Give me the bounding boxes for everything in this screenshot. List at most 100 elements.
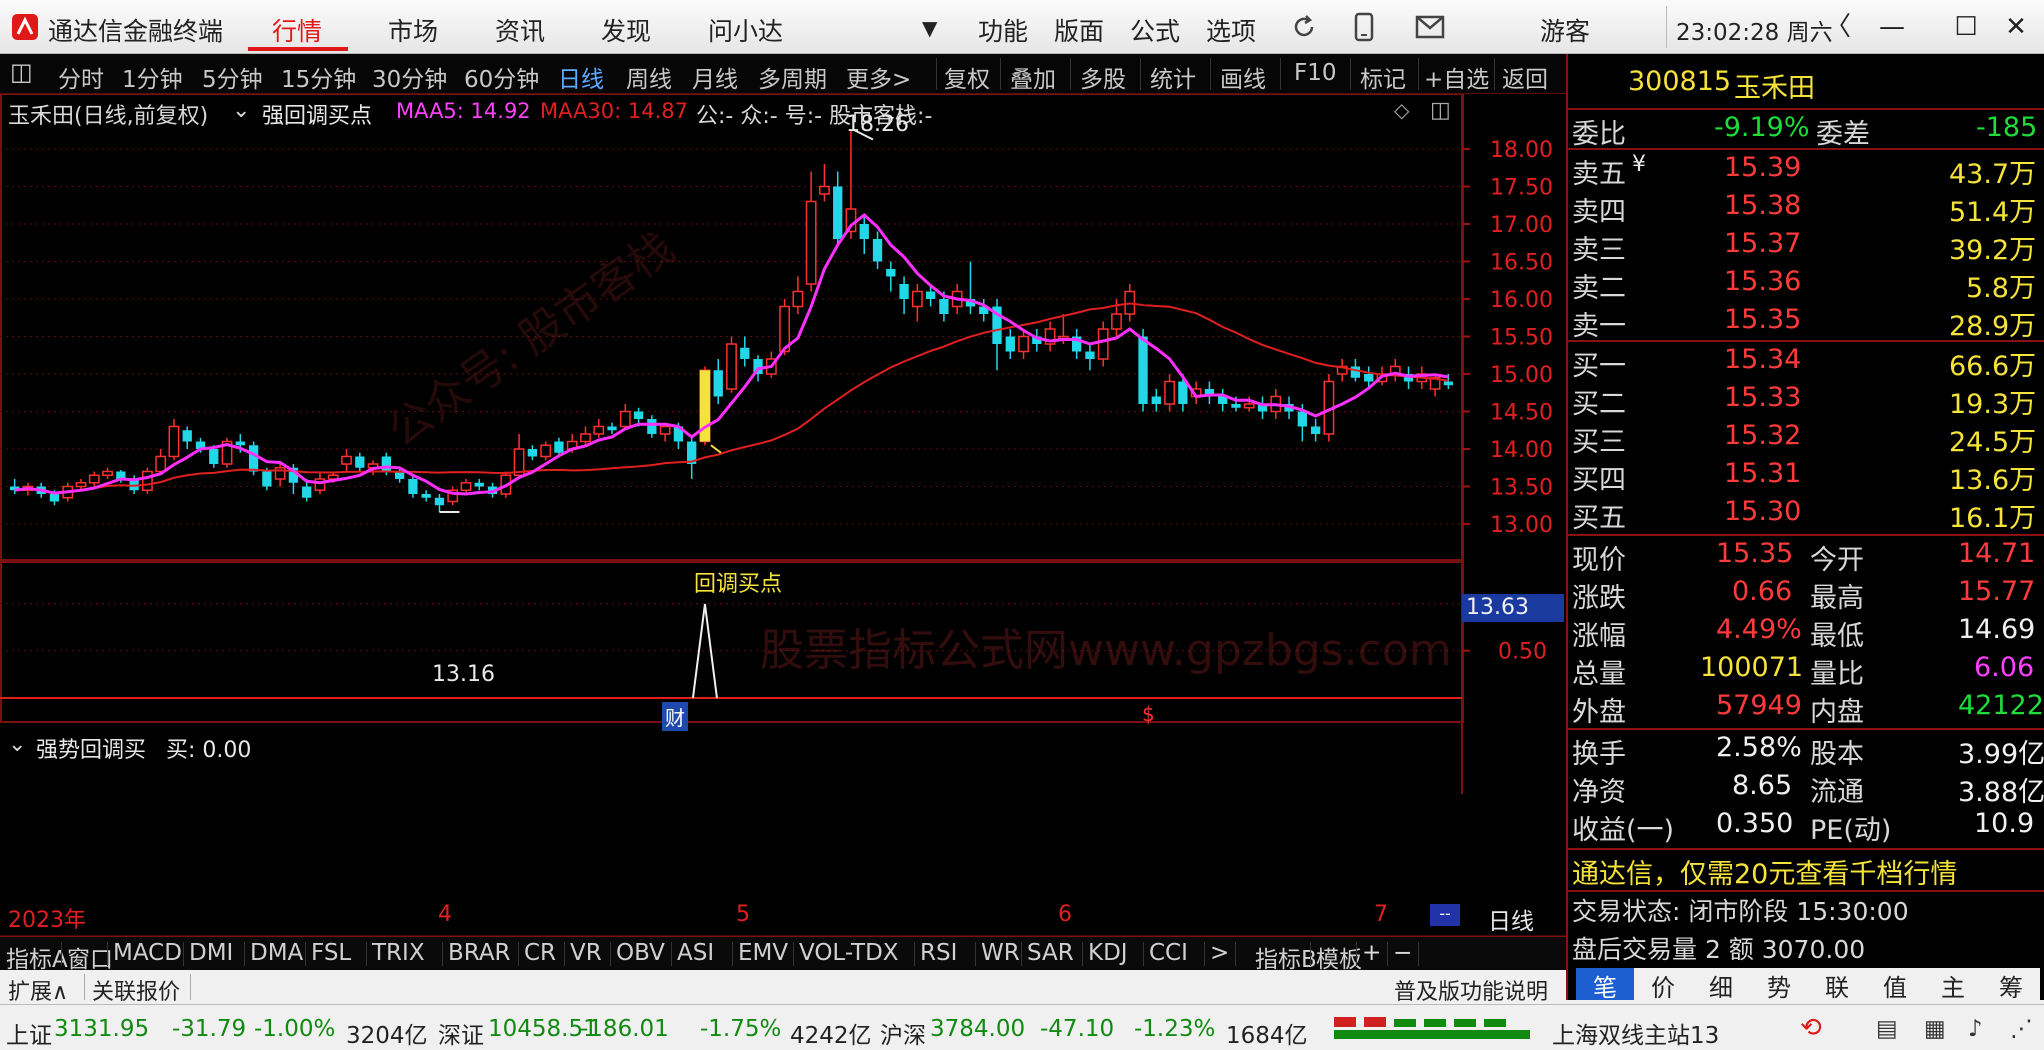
menu-options[interactable]: 选项 (1206, 12, 1256, 48)
dropdown-chevron-icon[interactable]: ▼ (922, 16, 937, 40)
quote-tab[interactable]: 笔 (1576, 968, 1634, 1002)
action-multistock[interactable]: 多股 (1080, 60, 1126, 94)
period-more[interactable]: 更多> (846, 60, 911, 94)
indicator-name[interactable]: 强回调买点 (262, 98, 372, 130)
menu-layout[interactable]: 版面 (1054, 12, 1104, 48)
period-30min[interactable]: 30分钟 (372, 60, 447, 94)
quote-tab[interactable]: 价 (1634, 968, 1692, 1002)
user-label[interactable]: 游客 (1540, 12, 1590, 48)
quote-tab[interactable]: 筹 (1982, 968, 2040, 1002)
minimize-icon[interactable]: — (1872, 8, 1912, 46)
finance-event-marker[interactable]: 财 (662, 702, 688, 731)
ask-price[interactable]: 15.37 (1724, 228, 1801, 259)
quote-tab[interactable]: 细 (1692, 968, 1750, 1002)
ask-price[interactable]: 15.36 (1724, 266, 1801, 297)
chart-icon[interactable]: ▦ (1924, 1016, 1946, 1042)
sz-index-label[interactable]: 深证 (438, 1016, 484, 1050)
indicator-tab[interactable]: CCI (1149, 940, 1188, 966)
extend-button[interactable]: 扩展∧ (8, 974, 68, 1006)
bid-price[interactable]: 15.34 (1724, 344, 1801, 375)
indicator-tab[interactable]: 指标A (6, 940, 68, 974)
panel-icon[interactable]: ◫ (1430, 98, 1451, 123)
sync-icon[interactable]: ⟲ (1800, 1013, 1822, 1043)
indicator-tab[interactable]: + (1362, 940, 1381, 966)
indicator-tab[interactable]: DMA (250, 940, 303, 966)
back-icon[interactable]: 〈 (1818, 8, 1858, 46)
indicator-tab[interactable]: − (1393, 940, 1412, 966)
menu-function[interactable]: 功能 (978, 12, 1028, 48)
bell-icon[interactable]: ♪ (1968, 1016, 1983, 1042)
action-fuquan[interactable]: 复权 (944, 60, 990, 94)
mobile-icon[interactable] (1352, 12, 1376, 42)
indicator-tab[interactable]: SAR (1027, 940, 1074, 966)
nav-tab-hangqing[interactable]: 行情 (272, 12, 322, 48)
period-1min[interactable]: 1分钟 (122, 60, 183, 94)
indicator-tab[interactable]: VR (570, 940, 602, 966)
doc-icon[interactable]: ▤ (1876, 1016, 1898, 1042)
ask-price[interactable]: 15.39 (1724, 152, 1801, 183)
nav-tab-discover[interactable]: 发现 (601, 12, 651, 48)
bid-price[interactable]: 15.33 (1724, 382, 1801, 413)
version-info-link[interactable]: 普及版功能说明 (1394, 974, 1548, 1006)
period-daily[interactable]: 日线 (558, 60, 604, 94)
indicator-tab[interactable]: EMV (738, 940, 788, 966)
close-icon[interactable]: ✕ (1996, 8, 2036, 46)
period-monthly[interactable]: 月线 (692, 60, 738, 94)
indicator-tab[interactable]: WR (981, 940, 1020, 966)
action-f10[interactable]: F10 (1294, 60, 1337, 86)
bid-price[interactable]: 15.30 (1724, 496, 1801, 527)
refresh-icon[interactable] (1290, 13, 1318, 41)
period-weekly[interactable]: 周线 (626, 60, 672, 94)
maximize-icon[interactable]: ☐ (1946, 8, 1986, 46)
indicator-tab[interactable]: BRAR (448, 940, 511, 966)
sh-index-label[interactable]: 上证 (6, 1016, 52, 1050)
action-add-watchlist[interactable]: +自选 (1424, 60, 1489, 94)
ask-price[interactable]: 15.35 (1724, 304, 1801, 335)
grip-icon[interactable]: ⋰ (2010, 1016, 2033, 1042)
ask-price[interactable]: 15.38 (1724, 190, 1801, 221)
diamond-icon[interactable]: ◇ (1394, 98, 1409, 122)
quote-tab[interactable]: 主 (1924, 968, 1982, 1002)
indicator-tab[interactable]: > (1210, 940, 1229, 966)
action-mark[interactable]: 标记 (1360, 60, 1406, 94)
action-draw[interactable]: 画线 (1220, 60, 1266, 94)
action-back[interactable]: 返回 (1502, 60, 1548, 94)
period-60min[interactable]: 60分钟 (464, 60, 539, 94)
period-fenshi[interactable]: 分时 (58, 60, 104, 94)
indicator-tab[interactable]: FSL (311, 940, 351, 966)
action-overlay[interactable]: 叠加 (1010, 60, 1056, 94)
nav-tab-wenxiaoda[interactable]: 问小达 (708, 12, 783, 48)
period-15min[interactable]: 15分钟 (281, 60, 356, 94)
indicator-tab[interactable]: ASI (677, 940, 714, 966)
panel-toggle-icon[interactable]: ◫ (10, 58, 33, 86)
indicator-tab[interactable]: RSI (920, 940, 957, 966)
related-quotes-button[interactable]: 关联报价 (92, 974, 180, 1006)
bid-price[interactable]: 15.32 (1724, 420, 1801, 451)
nav-tab-market[interactable]: 市场 (388, 12, 438, 48)
indicator-toggle-icon[interactable]: ⌄ (232, 98, 250, 123)
hs-index-label[interactable]: 沪深 (880, 1016, 926, 1050)
quote-tab[interactable]: 联 (1808, 968, 1866, 1002)
quote-tab[interactable]: 值 (1866, 968, 1924, 1002)
bid-price[interactable]: 15.31 (1724, 458, 1801, 489)
kline-chart[interactable]: 18.00 17.50 17.00 16.50 16.00 15.50 15.00 14.50… (0, 94, 1566, 936)
menu-formula[interactable]: 公式 (1130, 12, 1180, 48)
indicator-tab[interactable]: TRIX (372, 940, 425, 966)
dividend-event-marker[interactable]: $ (1142, 702, 1155, 726)
scroll-end-indicator[interactable]: -- (1430, 904, 1460, 926)
action-stats[interactable]: 统计 (1150, 60, 1196, 94)
mail-icon[interactable] (1414, 14, 1446, 40)
quote-tab[interactable]: 势 (1750, 968, 1808, 1002)
promo-banner[interactable]: 通达信，仅需20元查看千档行情 (1572, 852, 1957, 891)
period-5min[interactable]: 5分钟 (202, 60, 263, 94)
indicator-tab[interactable]: MACD (113, 940, 182, 966)
indicator-tab[interactable]: VOL-TDX (799, 940, 899, 966)
indicator-tab[interactable]: CR (524, 940, 556, 966)
indicator-tab[interactable]: 指标B (1255, 940, 1317, 974)
chart-area[interactable]: 18.00 17.50 17.00 16.50 16.00 15.50 15.00 14.50… (0, 94, 1566, 936)
indicator-tab[interactable]: OBV (616, 940, 665, 966)
indicator-tab[interactable]: DMI (189, 940, 233, 966)
nav-tab-news[interactable]: 资讯 (495, 12, 545, 48)
indicator-tab[interactable]: KDJ (1088, 940, 1128, 966)
period-button[interactable]: 日线 (1488, 902, 1534, 936)
